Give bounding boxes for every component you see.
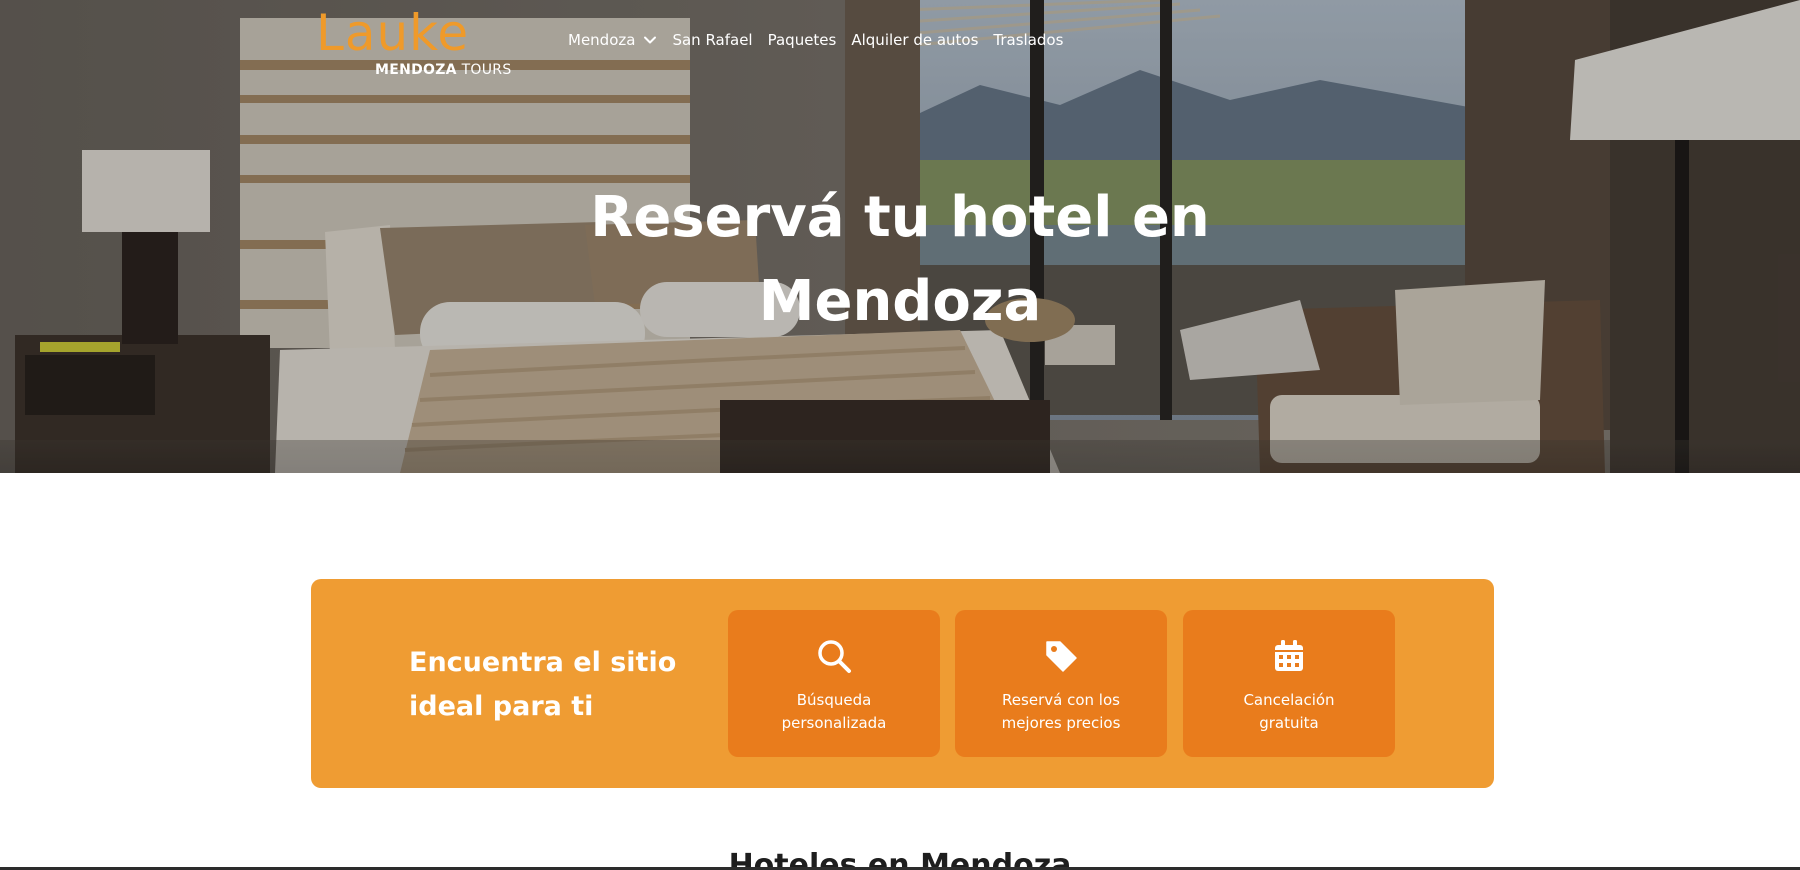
nav-item-traslados[interactable]: Traslados: [993, 31, 1063, 49]
feature-card-search: Búsqueda personalizada: [728, 610, 940, 757]
features-bar: Encuentra el sitio ideal para ti Búsqued…: [311, 579, 1494, 788]
feature-card-label: Reservá con los mejores precios: [1001, 691, 1121, 732]
hero-title: Reservá tu hotel en Mendoza: [0, 176, 1800, 344]
hero-title-line-1: Reservá tu hotel en: [590, 185, 1210, 250]
logo-subtitle: MENDOZA TOURS: [375, 62, 512, 78]
search-icon: [818, 640, 851, 673]
nav-item-label: Mendoza: [568, 31, 636, 49]
feature-card-best-prices: Reservá con los mejores precios: [955, 610, 1167, 757]
feature-card-label: Cancelación gratuita: [1243, 691, 1335, 732]
features-lead-line-2: ideal para ti: [409, 691, 594, 722]
hero-title-line-2: Mendoza: [758, 269, 1042, 334]
nav-item-san-rafael[interactable]: San Rafael: [672, 31, 752, 49]
nav-item-mendoza[interactable]: Mendoza: [568, 31, 657, 49]
main-navigation: Mendoza San Rafael Paquetes Alquiler de …: [568, 28, 1078, 52]
hero-banner: Lauke MENDOZA TOURS Mendoza San Rafael P…: [0, 0, 1800, 473]
nav-item-paquetes[interactable]: Paquetes: [768, 31, 837, 49]
nav-item-alquiler-de-autos[interactable]: Alquiler de autos: [851, 31, 978, 49]
logo-wordmark: Lauke: [316, 4, 470, 62]
feature-card-free-cancellation: Cancelación gratuita: [1183, 610, 1395, 757]
features-lead-line-1: Encuentra el sitio: [409, 647, 677, 678]
chevron-down-icon: [644, 36, 657, 44]
feature-card-label: Búsqueda personalizada: [781, 691, 887, 732]
calendar-icon: [1275, 640, 1303, 671]
site-logo[interactable]: Lauke MENDOZA TOURS: [316, 4, 511, 78]
features-lead-text: Encuentra el sitio ideal para ti: [409, 641, 709, 729]
tag-icon: [1046, 641, 1077, 672]
